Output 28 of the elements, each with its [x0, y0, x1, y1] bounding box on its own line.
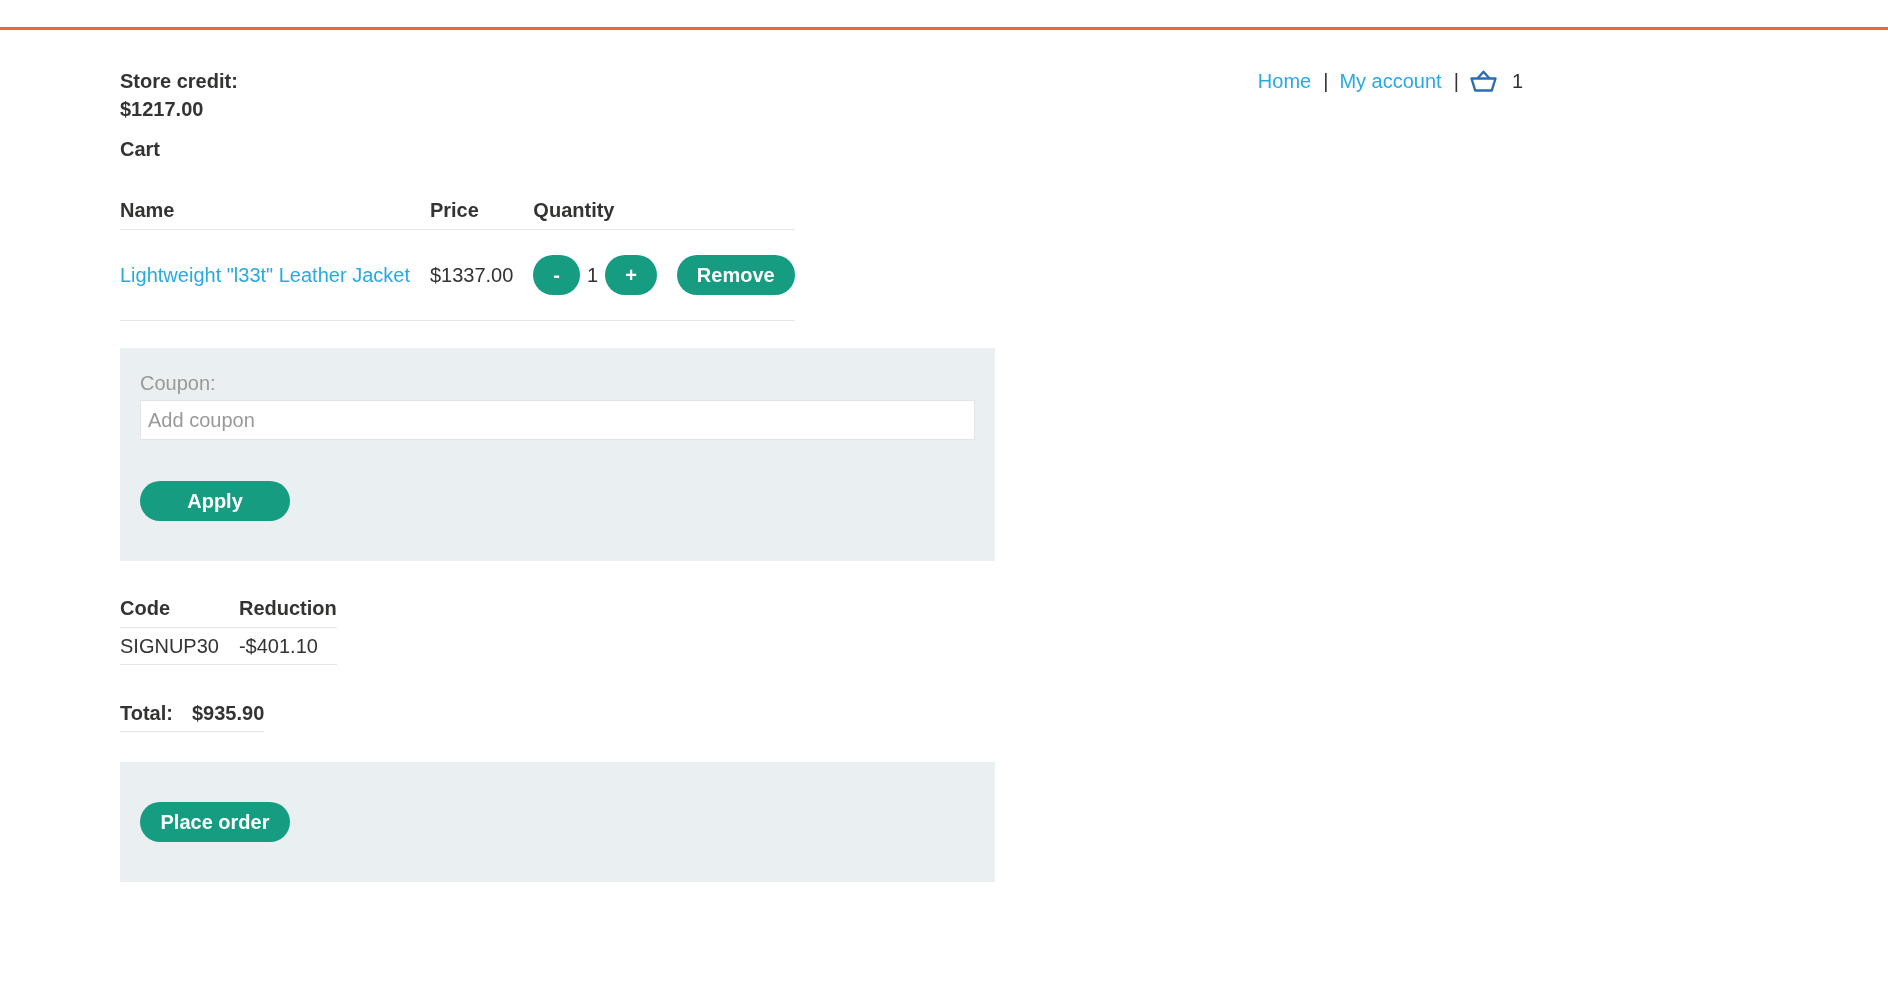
reduction-amount: -$401.10: [238, 635, 318, 657]
nav-link[interactable]: Home: [1257, 67, 1312, 95]
store-credit-label: Store credit:: [120, 69, 238, 94]
total-label: Total:: [120, 702, 173, 724]
product-link[interactable]: Lightweight "l33t" Leather Jacket: [120, 264, 410, 286]
store-credit-amount: $1217.00: [120, 97, 205, 122]
total-amount: $935.90: [191, 702, 265, 724]
coupon-code: SIGNUP30: [120, 635, 219, 657]
cart-heading: Cart: [120, 138, 160, 160]
remove-button[interactable]: Remove: [676, 255, 795, 295]
price-text: $1337.00: [429, 264, 514, 286]
decrease-button[interactable]: -: [533, 255, 581, 295]
basket-icon[interactable]: [1469, 70, 1497, 92]
cart-link[interactable]: 1: [1469, 67, 1534, 95]
quantity-value: 1: [587, 263, 599, 288]
apply-button[interactable]: Apply: [140, 481, 290, 521]
column-header: Name: [120, 199, 175, 221]
column-header: Price: [429, 199, 479, 221]
nav-separator: |: [1453, 69, 1459, 94]
column-header: Reduction: [238, 597, 337, 619]
coupon-label: Coupon:: [140, 372, 216, 394]
column-header: Quantity: [533, 199, 615, 221]
place-order-button[interactable]: Place order: [140, 802, 290, 842]
nav-link[interactable]: My account: [1339, 67, 1442, 95]
coupon-field[interactable]: Add coupon: [140, 400, 975, 440]
column-header: Code: [120, 597, 170, 619]
increase-button[interactable]: +: [605, 255, 657, 295]
nav-separator: |: [1323, 69, 1329, 94]
